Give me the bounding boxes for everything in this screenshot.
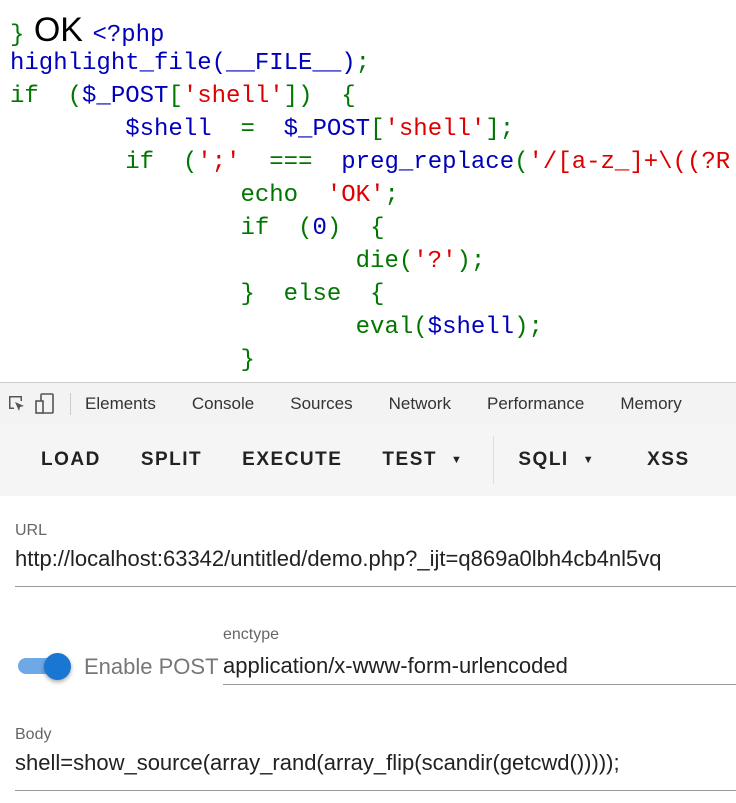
sqli-label: SQLI <box>518 449 569 470</box>
sqli-dropdown[interactable]: SQLI ▼ <box>518 449 595 471</box>
device-toolbar-icon[interactable] <box>34 392 56 415</box>
tab-elements[interactable]: Elements <box>85 394 156 414</box>
code-token: ; <box>384 182 399 209</box>
divider <box>70 392 71 415</box>
url-underline <box>15 586 736 587</box>
code-line: } OK <?php <box>10 11 730 49</box>
php-source-highlight: } OK <?php highlight_file(__FILE__); if ($… <box>10 11 730 377</box>
code-token: if ( <box>10 215 313 242</box>
code-token: 'OK' <box>326 182 385 209</box>
split-button[interactable]: SPLIT <box>141 449 202 471</box>
code-token: ; <box>355 50 371 77</box>
code-token: === <box>240 149 342 176</box>
tab-console[interactable]: Console <box>192 394 254 414</box>
code-token: if ( <box>10 83 83 110</box>
code-token: '/[a-z_]+\((?R <box>528 149 731 176</box>
load-button[interactable]: LOAD <box>41 449 101 471</box>
execute-button[interactable]: EXECUTE <box>242 449 342 471</box>
code-token: = <box>226 116 284 143</box>
code-token: ]; <box>485 116 515 143</box>
code-token: die( <box>10 248 414 275</box>
code-token: echo <box>10 182 327 209</box>
xss-dropdown[interactable]: XSS <box>647 449 690 471</box>
tab-memory[interactable]: Memory <box>620 394 681 414</box>
enctype-underline <box>223 684 736 685</box>
body-input[interactable]: shell=show_source(array_rand(array_flip(… <box>15 750 620 776</box>
toggle-thumb <box>44 653 71 680</box>
code-token: ';' <box>197 149 241 176</box>
test-dropdown[interactable]: TEST ▼ <box>382 449 463 471</box>
enable-post-label: Enable POST <box>84 654 219 679</box>
code-token: [ <box>370 116 385 143</box>
hackbar-toolbar: LOAD SPLIT EXECUTE TEST ▼ SQLI ▼ XSS <box>0 424 736 496</box>
code-token: highlight_file(__FILE__) <box>10 50 356 77</box>
code-token: ); <box>456 248 486 275</box>
ok-output: OK <box>24 11 93 49</box>
body-underline <box>15 790 736 791</box>
code-line: die('?'); <box>10 245 730 278</box>
code-token: $_POST <box>283 116 371 143</box>
code-token: if ( <box>10 149 198 176</box>
inspect-element-icon[interactable] <box>6 393 28 415</box>
caret-down-icon: ▼ <box>450 454 464 466</box>
code-line: $shell = $_POST['shell']; <box>10 113 730 146</box>
divider <box>493 436 495 484</box>
code-token: } <box>10 347 255 374</box>
code-line: echo 'OK'; <box>10 179 730 212</box>
code-line: if (0) { <box>10 212 730 245</box>
code-line: } <box>10 344 730 377</box>
code-line: highlight_file(__FILE__); <box>10 47 730 80</box>
code-line: eval($shell); <box>10 311 730 344</box>
code-token: ]) { <box>283 83 356 110</box>
enctype-select[interactable]: application/x-www-form-urlencoded <box>223 653 568 679</box>
code-token: preg_replace <box>341 149 515 176</box>
code-token: $shell <box>427 314 515 341</box>
code-token: } <box>10 22 25 49</box>
test-label: TEST <box>382 449 437 470</box>
code-token: ) { <box>326 215 385 242</box>
url-label: URL <box>15 522 48 539</box>
tab-network[interactable]: Network <box>389 394 451 414</box>
code-line: if (';' === preg_replace('/[a-z_]+\((?R <box>10 146 730 179</box>
code-token: eval( <box>10 314 428 341</box>
code-token: [ <box>168 83 183 110</box>
devtools-tabbar: Elements Console Sources Network Perform… <box>0 382 736 425</box>
enable-post-toggle[interactable] <box>18 653 71 680</box>
code-token: '?' <box>413 248 457 275</box>
code-line: } else { <box>10 278 730 311</box>
code-token: 'shell' <box>182 83 284 110</box>
code-token: ( <box>514 149 529 176</box>
code-token: <?php <box>92 22 165 49</box>
body-label: Body <box>15 726 52 743</box>
code-token: } else { <box>10 281 385 308</box>
code-token: $shell <box>125 116 227 143</box>
url-input[interactable]: http://localhost:63342/untitled/demo.php… <box>15 546 661 572</box>
tab-performance[interactable]: Performance <box>487 394 584 414</box>
code-token: $_POST <box>82 83 169 110</box>
code-token: 'shell' <box>384 116 486 143</box>
code-token: 0 <box>312 215 327 242</box>
code-line: if ($_POST['shell']) { <box>10 80 730 113</box>
code-token: ); <box>514 314 543 341</box>
tab-sources[interactable]: Sources <box>290 394 352 414</box>
enctype-label: enctype <box>223 626 280 643</box>
caret-down-icon: ▼ <box>582 454 596 466</box>
